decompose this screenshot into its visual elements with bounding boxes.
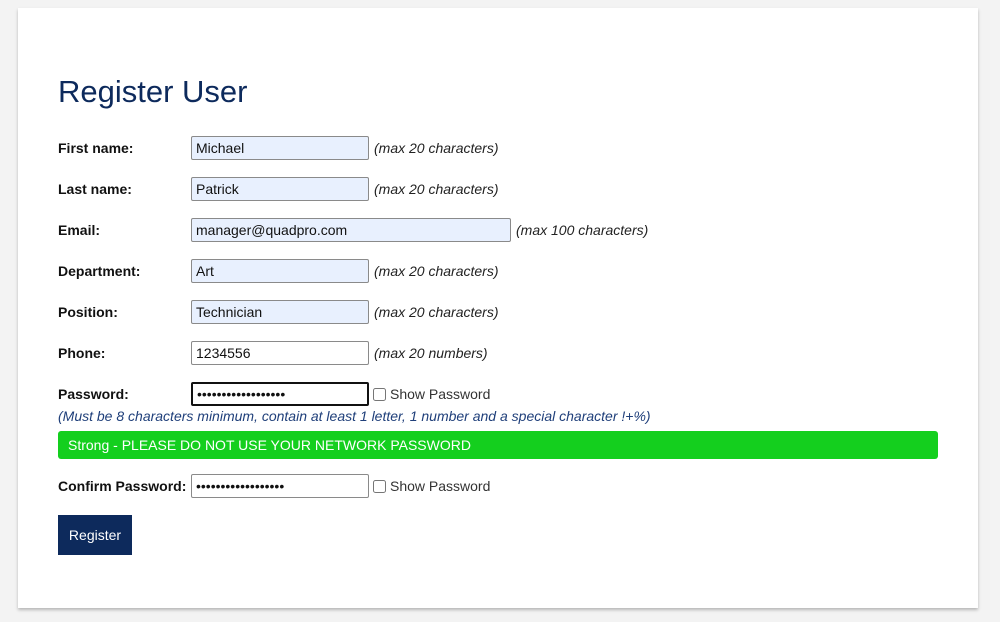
first-name-hint: (max 20 characters) [374, 140, 499, 156]
last-name-hint: (max 20 characters) [374, 181, 499, 197]
last-name-label: Last name: [58, 181, 132, 197]
password-input[interactable] [191, 382, 369, 406]
first-name-input[interactable] [191, 136, 369, 160]
confirm-password-input[interactable] [191, 474, 369, 498]
confirm-show-password-toggle[interactable]: Show Password [373, 478, 490, 494]
show-password-label: Show Password [390, 386, 491, 402]
last-name-input[interactable] [191, 177, 369, 201]
email-row: Email: (max 100 characters) [58, 218, 648, 242]
phone-row: Phone: (max 20 numbers) [58, 341, 488, 365]
show-password-checkbox[interactable] [373, 387, 386, 401]
confirm-show-password-label: Show Password [390, 478, 491, 494]
first-name-row: First name: (max 20 characters) [58, 136, 498, 160]
confirm-password-row: Confirm Password: Show Password [58, 474, 490, 498]
position-label: Position: [58, 304, 118, 320]
position-row: Position: (max 20 characters) [58, 300, 498, 324]
position-input[interactable] [191, 300, 369, 324]
email-input[interactable] [191, 218, 511, 242]
last-name-row: Last name: (max 20 characters) [58, 177, 498, 201]
phone-label: Phone: [58, 345, 106, 361]
password-label: Password: [58, 386, 129, 402]
show-password-toggle[interactable]: Show Password [373, 386, 490, 402]
department-label: Department: [58, 263, 141, 279]
confirm-show-password-checkbox[interactable] [373, 479, 386, 493]
department-input[interactable] [191, 259, 369, 283]
department-hint: (max 20 characters) [374, 263, 499, 279]
first-name-label: First name: [58, 140, 134, 156]
phone-hint: (max 20 numbers) [374, 345, 488, 361]
email-hint: (max 100 characters) [516, 222, 649, 238]
page-title: Register User [58, 74, 248, 109]
email-label: Email: [58, 222, 101, 238]
password-row: Password: Show Password [58, 382, 490, 406]
position-hint: (max 20 characters) [374, 304, 499, 320]
department-row: Department: (max 20 characters) [58, 259, 498, 283]
password-rules-note: (Must be 8 characters minimum, contain a… [58, 408, 651, 424]
password-strength-bar: Strong - PLEASE DO NOT USE YOUR NETWORK … [58, 431, 938, 459]
phone-input[interactable] [191, 341, 369, 365]
register-button[interactable]: Register [58, 515, 132, 555]
register-card: Register User First name: (max 20 charac… [18, 8, 978, 608]
confirm-password-label: Confirm Password: [58, 478, 187, 494]
